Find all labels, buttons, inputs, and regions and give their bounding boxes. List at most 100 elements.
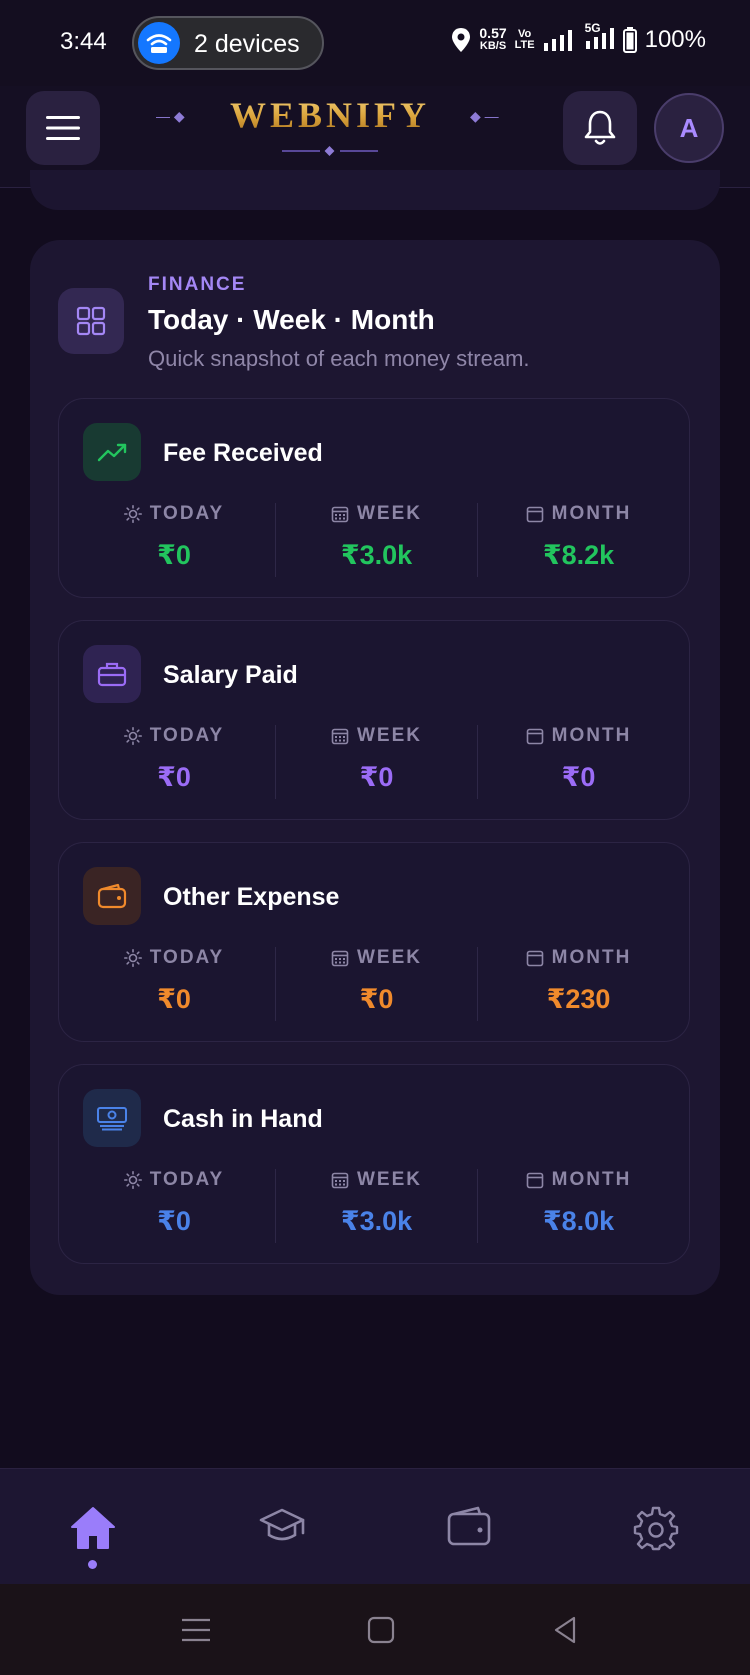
recents-button[interactable]	[178, 1612, 214, 1648]
calendar-week-icon	[331, 727, 349, 745]
card-title: Other Expense	[163, 883, 340, 911]
brand-ornament-right: ◆ —	[470, 108, 499, 124]
sun-icon	[123, 505, 142, 523]
stat-label-text: WEEK	[357, 947, 422, 968]
finance-card[interactable]: Cash in Hand TODAY ₹0 WEEK ₹3.0k MONTH ₹…	[58, 1064, 690, 1264]
avatar[interactable]: A	[654, 93, 724, 163]
wallet-icon	[83, 867, 141, 925]
stat-value: ₹8.2k	[542, 540, 615, 570]
sun-icon	[123, 949, 142, 967]
recents-icon	[182, 1618, 210, 1642]
net-speed: 0.57 KB/S	[479, 25, 507, 53]
home-button[interactable]	[363, 1612, 399, 1648]
banknote-icon	[83, 1089, 141, 1147]
stat-label: TODAY	[123, 503, 224, 525]
brand-title: WEBNIFY	[220, 94, 440, 136]
stat-value: ₹0	[157, 1206, 191, 1236]
settings-icon	[633, 1506, 679, 1551]
stat-label: MONTH	[526, 503, 632, 525]
grid-icon	[58, 288, 124, 354]
stat-today: TODAY ₹0	[73, 503, 275, 577]
briefcase-icon	[83, 645, 141, 703]
stat-label: WEEK	[331, 725, 422, 747]
brand-underline	[282, 146, 378, 156]
stat-month: MONTH ₹8.0k	[477, 1169, 679, 1243]
stat-value: ₹0	[561, 762, 596, 792]
calendar-week-icon	[331, 505, 349, 523]
devices-pill[interactable]: 2 devices	[132, 16, 324, 70]
stat-label-text: MONTH	[551, 503, 632, 524]
nav-wallet[interactable]	[439, 1505, 499, 1565]
card-title: Cash in Hand	[163, 1105, 323, 1133]
calendar-icon	[526, 505, 544, 523]
stat-label: TODAY	[123, 947, 225, 969]
nav-home[interactable]	[63, 1505, 123, 1565]
stat-month: MONTH ₹8.2k	[477, 503, 679, 577]
stat-label-text: MONTH	[551, 947, 632, 968]
battery-percent: 100%	[644, 26, 706, 53]
stat-label-text: MONTH	[551, 725, 632, 746]
finance-title: Today · Week · Month	[148, 304, 435, 335]
back-button[interactable]	[548, 1612, 584, 1648]
stat-today: TODAY ₹0	[73, 947, 275, 1021]
stat-label-text: TODAY	[149, 947, 225, 968]
stat-label: WEEK	[331, 1169, 422, 1191]
stat-month: MONTH ₹230	[477, 947, 679, 1021]
trending-up-icon	[83, 423, 141, 481]
finance-eyebrow: FINANCE	[148, 274, 247, 295]
sun-icon	[123, 727, 142, 745]
finance-card[interactable]: Other Expense TODAY ₹0 WEEK ₹0 MONTH ₹23…	[58, 842, 690, 1042]
brand-ornament-left: — ◆	[156, 108, 185, 124]
notifications-button[interactable]	[563, 91, 637, 165]
stat-week: WEEK ₹0	[275, 725, 477, 799]
stat-week: WEEK ₹0	[275, 947, 477, 1021]
nav-settings[interactable]	[626, 1505, 686, 1565]
stat-value: ₹0	[157, 540, 191, 570]
nav-active-indicator	[88, 1560, 97, 1569]
hamburger-icon	[46, 116, 80, 140]
status-bar: 3:44 2 devices 0.57 KB/S Vo LTE 5G 100%	[0, 0, 750, 86]
volte-bottom: LTE	[514, 39, 535, 51]
sun-icon	[123, 1171, 142, 1189]
stat-value: ₹230	[546, 984, 611, 1014]
stat-month: MONTH ₹0	[477, 725, 679, 799]
system-nav	[0, 1584, 750, 1675]
stat-value: ₹3.0k	[340, 540, 413, 570]
stat-label: WEEK	[331, 947, 422, 969]
stat-label: TODAY	[123, 1169, 224, 1191]
stat-value: ₹0	[157, 984, 191, 1014]
stat-label: MONTH	[526, 725, 632, 747]
menu-button[interactable]	[26, 91, 100, 165]
signal-5g: 5G	[581, 21, 615, 54]
calendar-icon	[526, 727, 544, 745]
finance-card[interactable]: Fee Received TODAY ₹0 WEEK ₹3.0k MONTH ₹…	[58, 398, 690, 598]
stat-label-text: WEEK	[357, 503, 422, 524]
stat-value: ₹8.0k	[542, 1206, 615, 1236]
net-speed-unit: KB/S	[479, 40, 507, 52]
stat-label-text: WEEK	[357, 725, 422, 746]
bottom-nav	[0, 1468, 750, 1584]
stat-label-text: WEEK	[357, 1169, 422, 1190]
stat-label-text: MONTH	[551, 1169, 632, 1190]
volte-badge: Vo LTE	[515, 29, 535, 51]
status-icons: 0.57 KB/S Vo LTE 5G 100%	[451, 21, 706, 54]
stat-week: WEEK ₹3.0k	[275, 503, 477, 577]
stat-week: WEEK ₹3.0k	[275, 1169, 477, 1243]
net-speed-value: 0.57	[479, 25, 507, 41]
stat-label: MONTH	[526, 947, 632, 969]
stat-label: MONTH	[526, 1169, 632, 1191]
stat-value: ₹0	[359, 984, 394, 1014]
card-title: Salary Paid	[163, 661, 298, 689]
fiveg-label: 5G	[584, 20, 601, 35]
calendar-icon	[526, 949, 544, 967]
battery-icon	[622, 27, 637, 53]
brand-logo[interactable]: — ◆ WEBNIFY ◆ —	[150, 94, 510, 164]
nav-students[interactable]	[252, 1505, 312, 1565]
graduation-cap-icon	[259, 1508, 305, 1541]
back-triangle-icon	[554, 1616, 576, 1644]
previous-card-edge	[30, 170, 720, 210]
calendar-week-icon	[331, 949, 349, 967]
bell-icon	[584, 110, 616, 145]
finance-card[interactable]: Salary Paid TODAY ₹0 WEEK ₹0 MONTH ₹0	[58, 620, 690, 820]
finance-subtitle: Quick snapshot of each money stream.	[148, 346, 530, 371]
